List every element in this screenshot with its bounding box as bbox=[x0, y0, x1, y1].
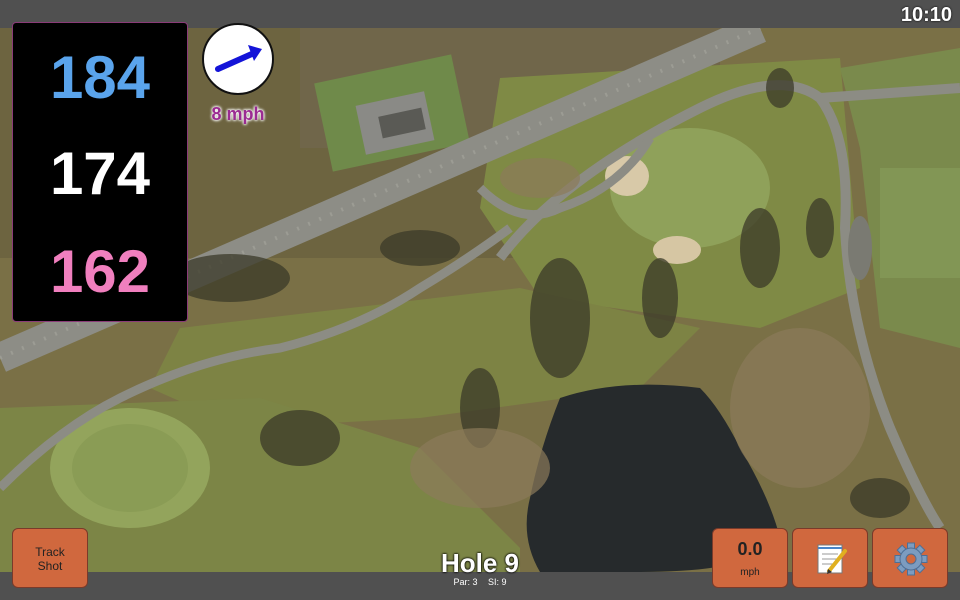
notepad-icon bbox=[817, 544, 847, 574]
track-shot-label-line1: Track bbox=[35, 545, 65, 559]
back-distance: 184 bbox=[49, 44, 151, 111]
wind-arrow-icon bbox=[215, 45, 262, 72]
track-shot-button[interactable]: Track Shot bbox=[12, 528, 88, 588]
settings-button[interactable] bbox=[872, 528, 948, 588]
hole-par: Par: 3 bbox=[453, 577, 478, 587]
speed-value: 0.0 bbox=[737, 539, 763, 559]
speed-unit: mph bbox=[740, 567, 760, 578]
front-distance: 162 bbox=[49, 238, 151, 305]
clock: 10:10 bbox=[900, 4, 952, 26]
middle-distance: 174 bbox=[49, 140, 151, 207]
gear-icon bbox=[894, 542, 928, 576]
hole-meta: Par: 3 SI: 9 bbox=[380, 577, 580, 587]
hole-stroke-index: SI: 9 bbox=[488, 577, 507, 587]
track-shot-label-line2: Shot bbox=[37, 559, 63, 573]
wind-speed: 8 mph bbox=[211, 104, 265, 124]
speed-button[interactable]: 0.0 mph bbox=[712, 528, 788, 588]
wind-direction-dial bbox=[202, 23, 274, 95]
distance-panel: 184 174 162 bbox=[12, 22, 188, 322]
hole-title: Hole 9 bbox=[440, 548, 520, 578]
notes-button[interactable] bbox=[792, 528, 868, 588]
